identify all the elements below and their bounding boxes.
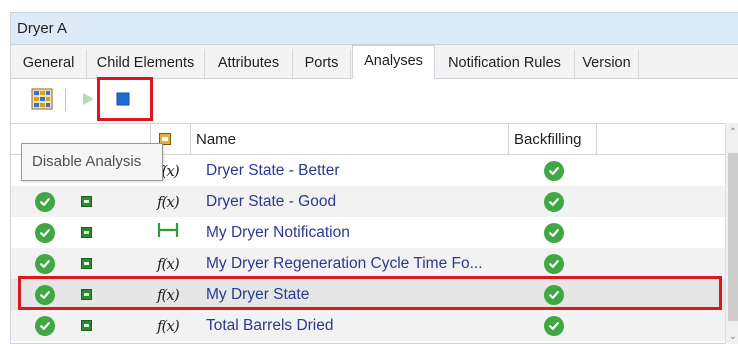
backfilling-ok-icon (544, 222, 564, 243)
scroll-thumb[interactable] (728, 153, 738, 321)
backfilling-ok-icon (544, 191, 564, 212)
tab-analyses[interactable]: Analyses (352, 45, 435, 80)
backfilling-cell (544, 217, 564, 248)
tooltip: Disable Analysis (21, 143, 163, 181)
scroll-up-icon[interactable]: ⌃ (726, 125, 738, 141)
fx-icon: f(x) (157, 192, 180, 211)
type-cell: f(x) (157, 279, 180, 310)
stop-icon (116, 92, 130, 106)
table-row[interactable]: My Dryer Notification (11, 217, 725, 248)
analysis-name[interactable]: Total Barrels Dried (206, 310, 334, 341)
status-cell (35, 279, 55, 310)
fx-icon: f(x) (157, 316, 180, 335)
tab-notification-rules[interactable]: Notification Rules (435, 49, 575, 79)
screen: Dryer A General Child Elements Attribute… (0, 0, 738, 344)
backfilling-ok-icon (544, 253, 564, 274)
backfilling-ok-icon (544, 160, 564, 181)
backfilling-cell (544, 186, 564, 217)
backfilling-cell (544, 155, 564, 186)
tab-attributes[interactable]: Attributes (205, 49, 293, 79)
running-state-icon (81, 258, 92, 269)
analysis-name[interactable]: Dryer State - Good (206, 186, 336, 217)
analysis-name[interactable]: My Dryer Regeneration Cycle Time Fo... (206, 248, 483, 279)
column-name-header[interactable]: Name (191, 124, 509, 155)
running-state-cell (81, 186, 92, 217)
tab-child-elements[interactable]: Child Elements (87, 49, 205, 79)
status-cell (35, 217, 55, 248)
notification-bracket-icon (157, 222, 179, 243)
column-backfilling-header[interactable]: Backfilling (509, 124, 597, 155)
element-properties-window: Dryer A General Child Elements Attribute… (10, 12, 738, 344)
table-row[interactable]: f(x) My Dryer Regeneration Cycle Time Fo.… (11, 248, 725, 279)
backfilling-ok-icon (544, 315, 564, 336)
status-cell (35, 248, 55, 279)
table-row[interactable]: f(x) My Dryer State (11, 279, 725, 310)
analysis-grid-icon (31, 88, 53, 110)
analysis-name[interactable]: Dryer State - Better (206, 155, 340, 186)
toolbar-separator (65, 89, 66, 111)
status-cell (35, 310, 55, 341)
status-ok-icon (35, 253, 55, 274)
running-state-icon (81, 320, 92, 331)
table-row[interactable]: f(x) Dryer State - Good (11, 186, 725, 217)
running-state-cell (81, 310, 92, 341)
status-ok-icon (35, 191, 55, 212)
window-title: Dryer A (17, 20, 68, 37)
title-bar: Dryer A (11, 13, 738, 45)
status-ok-icon (35, 315, 55, 336)
toolbar (11, 77, 738, 121)
analysis-name[interactable]: My Dryer State (206, 279, 309, 310)
backfilling-cell (544, 310, 564, 341)
scroll-down-icon[interactable]: ⌄ (726, 329, 738, 344)
running-state-icon (81, 289, 92, 300)
disable-analysis-button[interactable] (110, 86, 136, 112)
running-state-icon (81, 227, 92, 238)
tab-strip: General Child Elements Attributes Ports … (11, 45, 738, 80)
backfilling-ok-icon (544, 284, 564, 305)
tab-general[interactable]: General (11, 49, 87, 79)
tab-version[interactable]: Version (575, 49, 639, 79)
running-state-icon (81, 196, 92, 207)
running-state-cell (81, 279, 92, 310)
running-state-cell (81, 248, 92, 279)
status-ok-icon (35, 284, 55, 305)
backfilling-cell (544, 248, 564, 279)
running-state-cell (81, 217, 92, 248)
type-cell: f(x) (157, 248, 180, 279)
status-ok-icon (35, 222, 55, 243)
type-cell: f(x) (157, 186, 180, 217)
table-row[interactable]: f(x) Total Barrels Dried (11, 310, 725, 341)
analysis-name[interactable]: My Dryer Notification (206, 217, 350, 248)
type-cell (157, 217, 179, 248)
type-cell: f(x) (157, 310, 180, 341)
fx-icon: f(x) (157, 285, 180, 304)
enable-analysis-button[interactable] (75, 86, 101, 112)
vertical-scrollbar[interactable]: ⌃ ⌄ (725, 123, 738, 344)
backfilling-cell (544, 279, 564, 310)
fx-icon: f(x) (157, 254, 180, 273)
analysis-grid-button[interactable] (29, 86, 55, 112)
status-cell (35, 186, 55, 217)
tab-ports[interactable]: Ports (293, 49, 351, 79)
play-icon (83, 93, 94, 105)
